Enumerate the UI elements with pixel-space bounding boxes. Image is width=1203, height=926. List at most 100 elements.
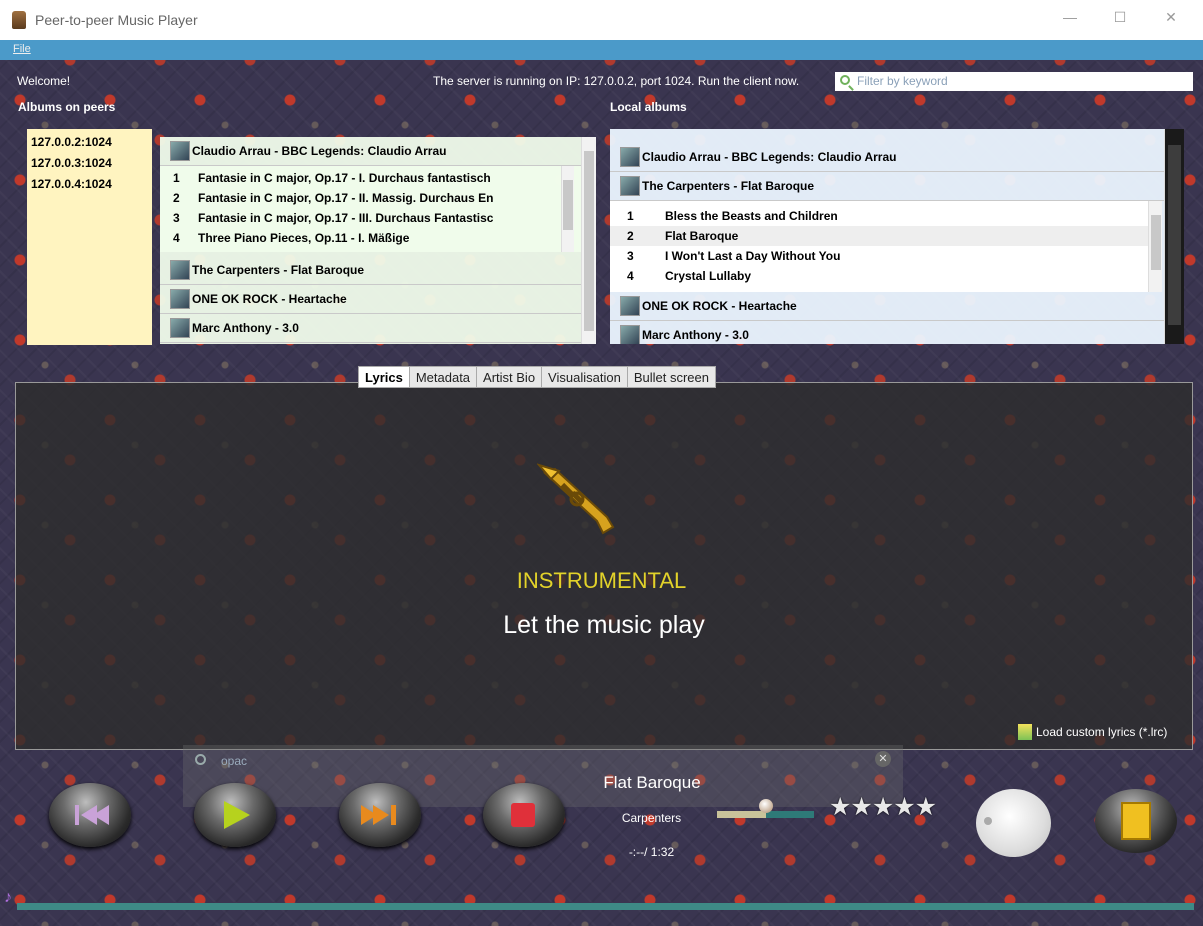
server-status-label: The server is running on IP: 127.0.0.2, … (433, 74, 800, 88)
album-cover-icon (170, 318, 190, 338)
album-header[interactable]: The Carpenters - Flat Baroque (610, 172, 1184, 201)
window-titlebar: Peer-to-peer Music Player — ☐ ✕ (0, 0, 1203, 40)
find-input[interactable]: opac (221, 754, 247, 768)
album-cover-icon (170, 289, 190, 309)
local-albums-panel: Claudio Arrau - BBC Legends: Claudio Arr… (610, 129, 1184, 344)
track-number: 3 (627, 249, 634, 263)
volume-slider[interactable] (717, 799, 814, 819)
track-number: 2 (627, 229, 634, 243)
track-row[interactable]: 2 Flat Baroque (610, 226, 1162, 246)
track-row[interactable]: 1 Bless the Beasts and Children (610, 206, 1162, 226)
volume-fill (717, 811, 766, 818)
track-row[interactable]: 4 Crystal Lullaby (610, 266, 1162, 286)
search-icon (840, 75, 850, 85)
dial-indicator (984, 817, 992, 825)
trumpet-icon (537, 463, 615, 535)
album-header[interactable]: The Carpenters - Flat Baroque (160, 256, 596, 285)
rating-stars[interactable]: ★★★★★ (829, 792, 937, 822)
album-cover-icon (620, 176, 640, 196)
album-title: Marc Anthony - 3.0 (192, 321, 299, 335)
tab-bullet-screen[interactable]: Bullet screen (628, 367, 715, 387)
scrollbar-thumb[interactable] (563, 180, 573, 230)
album-header[interactable]: Marc Anthony - 3.0 (160, 314, 596, 343)
volume-handle[interactable] (758, 799, 773, 813)
track-name: Flat Baroque (665, 229, 739, 243)
minimize-button[interactable]: — (1047, 9, 1093, 31)
album-header[interactable]: Claudio Arrau - BBC Legends: Claudio Arr… (610, 129, 1184, 172)
albums-on-peers-heading: Albums on peers (18, 100, 116, 114)
track-row[interactable]: 3 Fantasie in C major, Op.17 - III. Durch… (160, 208, 596, 228)
track-number: 3 (173, 211, 180, 225)
menubar: File (0, 40, 1203, 60)
window-title: Peer-to-peer Music Player (35, 12, 198, 28)
album-header[interactable]: Marc Anthony - 3.0 (610, 321, 1184, 344)
menu-file[interactable]: File (13, 43, 31, 55)
album-title: Claudio Arrau - BBC Legends: Claudio Arr… (192, 144, 447, 158)
album-title: Marc Anthony - 3.0 (642, 328, 749, 342)
album-cover-icon (620, 325, 640, 344)
clear-icon[interactable]: ✕ (875, 751, 891, 767)
track-row[interactable]: 3 I Won't Last a Day Without You (610, 246, 1162, 266)
album-cover-icon (620, 147, 640, 167)
album-title: ONE OK ROCK - Heartache (642, 299, 797, 313)
video-button[interactable] (1095, 789, 1177, 853)
album-header[interactable]: ONE OK ROCK - Heartache (160, 285, 596, 314)
tab-lyrics[interactable]: Lyrics (359, 367, 410, 387)
album-title: ONE OK ROCK - Heartache (192, 292, 347, 306)
file-icon (1018, 724, 1032, 740)
tab-visualisation[interactable]: Visualisation (542, 367, 628, 387)
track-number: 4 (173, 231, 180, 245)
track-name: I Won't Last a Day Without You (665, 249, 841, 263)
track-list: 1 Bless the Beasts and Children 2 Flat Bar… (610, 201, 1162, 292)
track-name: Fantasie in C major, Op.17 - II. Massig.… (198, 191, 494, 205)
lyrics-message: Let the music play (503, 611, 705, 639)
track-name: Fantasie in C major, Op.17 - III. Durcha… (198, 211, 494, 225)
playback-progress[interactable] (17, 903, 1194, 910)
scrollbar-thumb[interactable] (1168, 145, 1181, 325)
track-name: Fantasie in C major, Op.17 - I. Durchaus… (198, 171, 491, 185)
track-row[interactable]: 1 Fantasie in C major, Op.17 - I. Durchau… (160, 168, 596, 188)
app-icon (12, 11, 26, 29)
film-icon (1121, 802, 1151, 840)
album-header[interactable]: ONE OK ROCK - Heartache (610, 292, 1184, 321)
scrollbar-thumb[interactable] (584, 151, 594, 331)
track-number: 1 (627, 209, 634, 223)
track-row[interactable]: 4 Three Piano Pieces, Op.11 - I. Mäßige (160, 228, 596, 248)
track-name: Three Piano Pieces, Op.11 - I. Mäßige (198, 231, 410, 245)
peer-albums-panel: Claudio Arrau - BBC Legends: Claudio Arr… (160, 137, 596, 344)
album-cover-icon (620, 296, 640, 316)
instrumental-label: INSTRUMENTAL (516, 568, 687, 593)
seek-dial[interactable] (976, 789, 1051, 857)
album-title: The Carpenters - Flat Baroque (642, 179, 815, 193)
info-tabs: Lyrics Metadata Artist Bio Visualisation… (358, 366, 716, 388)
album-title: Claudio Arrau - BBC Legends: Claudio Arr… (642, 150, 897, 164)
track-number: 2 (173, 191, 180, 205)
filter-placeholder: Filter by keyword (857, 74, 948, 88)
peer-albums-scrollbar[interactable] (581, 137, 596, 344)
album-cover-icon (170, 260, 190, 280)
track-list: 1 Fantasie in C major, Op.17 - I. Durchau… (160, 166, 596, 252)
scrollbar-thumb[interactable] (1151, 215, 1161, 270)
track-name: Crystal Lullaby (665, 269, 752, 283)
close-button[interactable]: ✕ (1148, 9, 1194, 31)
peer-item[interactable]: 127.0.0.2:1024 (31, 132, 152, 153)
tab-artist-bio[interactable]: Artist Bio (477, 367, 543, 387)
local-albums-scrollbar[interactable] (1164, 129, 1184, 344)
local-albums-heading: Local albums (610, 100, 687, 114)
peer-item[interactable]: 127.0.0.4:1024 (31, 174, 152, 195)
album-header[interactable]: Claudio Arrau - BBC Legends: Claudio Arr… (160, 137, 596, 166)
track-name: Bless the Beasts and Children (665, 209, 838, 223)
track-row[interactable]: 2 Fantasie in C major, Op.17 - II. Massig… (160, 188, 596, 208)
load-lyrics-label: Load custom lyrics (*.lrc) (1036, 725, 1168, 739)
album-title: The Carpenters - Flat Baroque (192, 263, 365, 277)
music-note-icon: ♪ (4, 889, 12, 906)
lyrics-panel (15, 382, 1193, 750)
track-scrollbar[interactable] (561, 166, 574, 252)
tab-metadata[interactable]: Metadata (410, 367, 478, 387)
peer-list: 127.0.0.2:1024 127.0.0.3:1024 127.0.0.4:… (27, 129, 152, 345)
filter-input[interactable]: Filter by keyword (835, 72, 1193, 91)
track-scrollbar[interactable] (1148, 201, 1162, 292)
load-lyrics-button[interactable]: Load custom lyrics (*.lrc) (1018, 722, 1167, 742)
maximize-button[interactable]: ☐ (1097, 9, 1143, 31)
peer-item[interactable]: 127.0.0.3:1024 (31, 153, 152, 174)
